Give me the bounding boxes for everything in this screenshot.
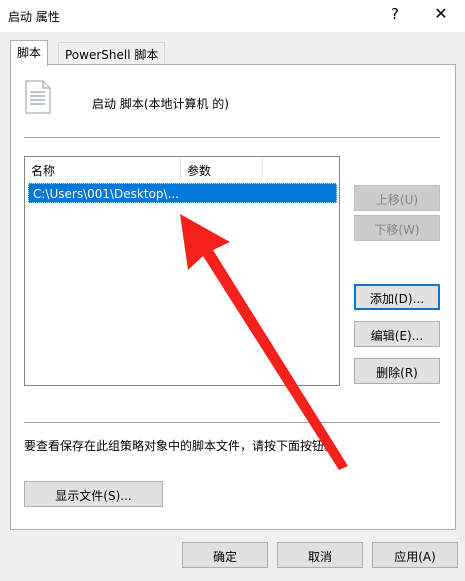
- header-divider: [24, 137, 440, 138]
- title-bar: 启动 属性 ? ✕: [0, 0, 465, 32]
- move-up-button[interactable]: 上移(U): [354, 185, 440, 211]
- apply-button[interactable]: 应用(A): [372, 542, 458, 568]
- column-header-parameters[interactable]: 参数: [181, 157, 263, 179]
- ok-button[interactable]: 确定: [182, 542, 268, 568]
- info-text: 要查看保存在此组策略对象中的脚本文件，请按下面按钮。: [24, 439, 337, 453]
- add-button[interactable]: 添加(D)...: [354, 284, 440, 310]
- move-down-button[interactable]: 下移(W): [354, 215, 440, 241]
- script-file-icon: [25, 80, 51, 114]
- script-type-heading: 启动 脚本(本地计算机 的): [92, 97, 229, 111]
- info-divider: [24, 422, 440, 423]
- edit-button[interactable]: 编辑(E)...: [354, 321, 440, 347]
- cancel-button[interactable]: 取消: [277, 542, 363, 568]
- script-list[interactable]: 名称 参数 C:\Users\001\Desktop\...: [24, 156, 340, 386]
- tab-powershell-scripts[interactable]: PowerShell 脚本: [58, 42, 166, 64]
- remove-button[interactable]: 删除(R): [354, 358, 440, 384]
- show-files-button[interactable]: 显示文件(S)...: [24, 481, 163, 507]
- help-button[interactable]: ?: [384, 5, 406, 23]
- close-button[interactable]: ✕: [430, 4, 452, 23]
- window-title: 启动 属性: [8, 10, 60, 24]
- list-item[interactable]: C:\Users\001\Desktop\...: [28, 183, 337, 203]
- tab-scripts[interactable]: 脚本: [10, 40, 49, 66]
- column-header-name[interactable]: 名称: [25, 157, 181, 179]
- script-name-cell: C:\Users\001\Desktop\...: [33, 187, 180, 201]
